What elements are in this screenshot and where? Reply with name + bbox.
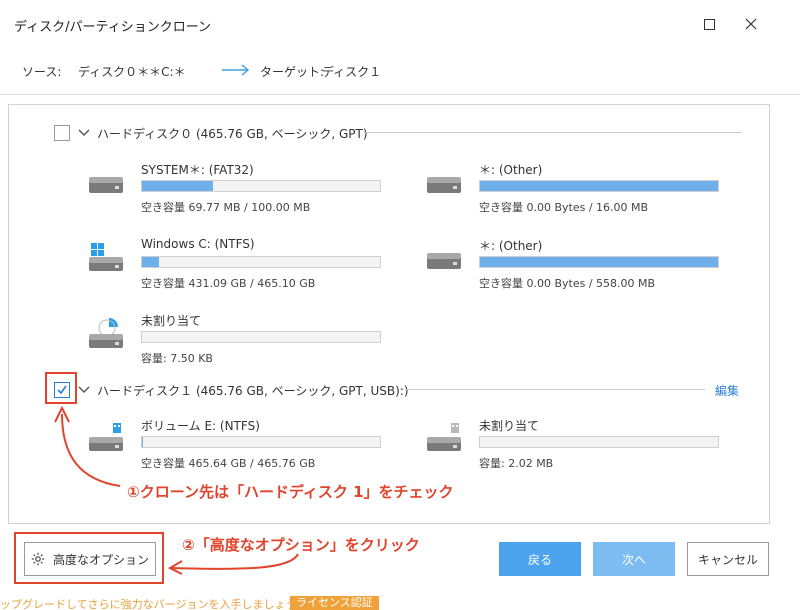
partition-name: ＊: (Other)	[479, 163, 543, 177]
partition-info: 容量: 7.50 KB	[141, 352, 213, 365]
annotation-arrow-icon	[54, 405, 121, 487]
partition-name: Windows C: (NTFS)	[141, 237, 255, 251]
partition-name: SYSTEM＊: (FAT32)	[141, 163, 254, 177]
usage-bar	[141, 256, 381, 268]
chevron-down-icon[interactable]	[77, 383, 91, 397]
partition-name: 未割り当て	[141, 314, 202, 328]
title-bar: ディスク/パーティションクローン	[0, 0, 800, 48]
chevron-down-icon[interactable]	[77, 126, 91, 140]
partition-system[interactable]: SYSTEM＊: (FAT32) 空き容量 69.77 MB / 100.00 …	[87, 161, 387, 221]
advanced-options-button[interactable]: 高度なオプション	[24, 542, 156, 576]
usage-bar	[479, 256, 719, 268]
divider	[364, 132, 742, 133]
partition-info: 容量: 2.02 MB	[479, 457, 554, 470]
window-title: ディスク/パーティションクローン	[14, 20, 212, 35]
upgrade-bar: ップグレードしてさらに強力なバージョンを入手しましょう。 ライセンス認証	[0, 596, 800, 610]
usage-bar-fill	[142, 181, 214, 191]
maximize-icon	[703, 18, 715, 30]
next-button[interactable]: 次へ	[593, 542, 675, 576]
windows-drive-icon	[89, 243, 123, 271]
maximize-button[interactable]	[694, 12, 724, 36]
divider	[405, 389, 705, 390]
partition-volume-e[interactable]: ボリューム E: (NTFS) 空き容量 465.64 GB / 465.76 …	[87, 417, 387, 477]
arrow-right-icon	[222, 64, 250, 76]
divider	[0, 94, 800, 95]
partition-name: 未割り当て	[479, 419, 540, 433]
back-button[interactable]: 戻る	[499, 542, 581, 576]
usage-bar	[141, 180, 381, 192]
usage-bar	[141, 436, 381, 448]
target-value: ディスク１	[322, 65, 382, 79]
usage-bar	[479, 180, 719, 192]
usb-drive-icon	[427, 423, 461, 451]
partition-info: 空き容量 69.77 MB / 100.00 MB	[141, 201, 311, 214]
partition-info: 空き容量 431.09 GB / 465.10 GB	[141, 277, 316, 290]
partition-unallocated-disk0[interactable]: 未割り当て 容量: 7.50 KB	[87, 312, 387, 372]
source-value: ディスク０＊＊C:＊	[78, 65, 186, 79]
advanced-options-label: 高度なオプション	[52, 552, 149, 567]
partition-other-1[interactable]: ＊: (Other) 空き容量 0.00 Bytes / 16.00 MB	[425, 161, 725, 221]
annotation-step1: ①クローン先は「ハードディスク 1」をチェック	[127, 483, 454, 501]
partition-windows[interactable]: Windows C: (NTFS) 空き容量 431.09 GB / 465.1…	[87, 237, 387, 297]
drive-icon	[427, 177, 461, 193]
partition-info: 空き容量 0.00 Bytes / 16.00 MB	[479, 201, 649, 214]
target-label: ターゲット:	[260, 65, 325, 79]
disk0-label: ハードディスク０ (465.76 GB, ベーシック, GPT)	[97, 127, 368, 141]
edit-link[interactable]: 編集	[715, 382, 739, 399]
license-button[interactable]: ライセンス認証	[290, 596, 379, 610]
partition-name: ＊: (Other)	[479, 239, 543, 253]
usage-bar-fill	[480, 257, 718, 267]
clone-dialog: ディスク/パーティションクローン ソース: ディスク０＊＊C:＊ ターゲット: …	[0, 0, 800, 596]
gear-icon	[31, 552, 45, 566]
usage-bar-fill	[142, 257, 159, 267]
upgrade-text: ップグレードしてさらに強力なバージョンを入手しましょう。	[0, 598, 307, 610]
partition-name: ボリューム E: (NTFS)	[141, 419, 260, 433]
cancel-button[interactable]: キャンセル	[687, 542, 769, 576]
annotation-arrow-icon	[167, 553, 299, 575]
partition-other-2[interactable]: ＊: (Other) 空き容量 0.00 Bytes / 558.00 MB	[425, 237, 725, 297]
usage-bar	[141, 331, 381, 343]
close-icon	[745, 18, 757, 30]
usage-bar-fill	[480, 181, 718, 191]
usage-bar	[479, 436, 719, 448]
disk1-label: ハードディスク１ (465.76 GB, ベーシック, GPT, USB):)	[97, 384, 409, 398]
drive-icon	[427, 253, 461, 269]
source-label: ソース:	[22, 65, 62, 79]
partition-info: 空き容量 465.64 GB / 465.76 GB	[141, 457, 316, 470]
usage-bar-fill	[142, 437, 144, 447]
partition-info: 空き容量 0.00 Bytes / 558.00 MB	[479, 277, 656, 290]
partition-unallocated-disk1[interactable]: 未割り当て 容量: 2.02 MB	[425, 417, 725, 477]
disk0-checkbox[interactable]	[54, 125, 70, 141]
close-button[interactable]	[736, 12, 766, 36]
drive-icon	[89, 177, 123, 193]
unallocated-drive-icon	[89, 318, 123, 348]
source-target-bar: ソース: ディスク０＊＊C:＊ ターゲット: ディスク１	[22, 60, 782, 82]
